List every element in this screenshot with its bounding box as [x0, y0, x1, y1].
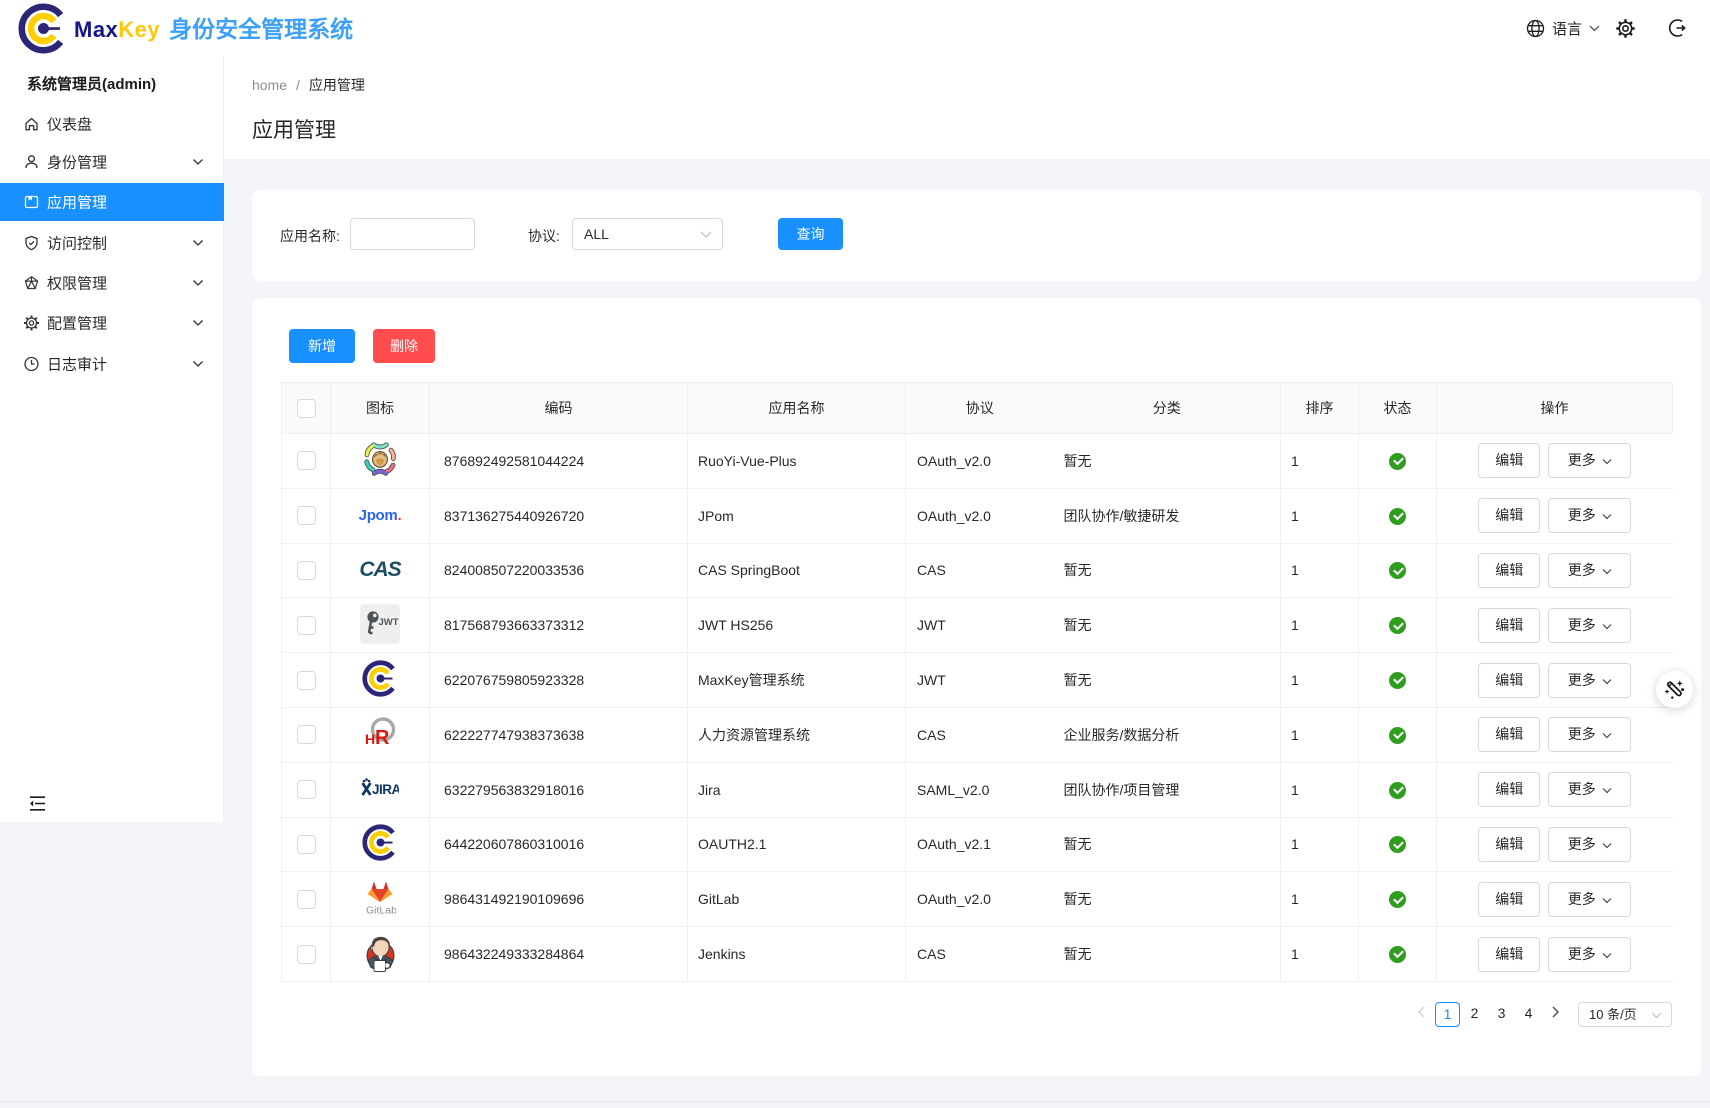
svg-text:GitLab: GitLab — [366, 904, 396, 915]
svg-text:H: H — [365, 731, 375, 747]
svg-text:R: R — [375, 727, 390, 749]
svg-text:JWT: JWT — [379, 617, 399, 628]
svg-text:JIRA: JIRA — [372, 782, 399, 797]
